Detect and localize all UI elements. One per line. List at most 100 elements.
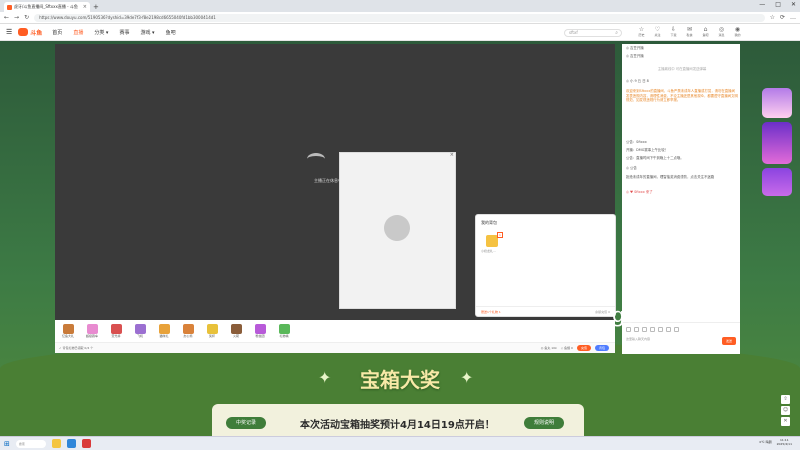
- app-icon[interactable]: [81, 439, 91, 448]
- chat-message: ◎ 公告: [626, 166, 637, 170]
- nav-fishbar[interactable]: 鱼吧: [166, 29, 176, 36]
- douyu-logo[interactable]: 斗鱼: [18, 28, 42, 37]
- browser-tab-bar: 虎牙/斗鱼直播间_Sftxxx直播 - 斗鱼 × + — □ ✕: [0, 0, 800, 12]
- site-search-input[interactable]: sftxf ⌕: [564, 29, 622, 37]
- task-progress-text[interactable]: ✓ 背包礼物已领取 0/4 个: [59, 346, 93, 350]
- message-button[interactable]: ✉ 私信: [683, 26, 696, 37]
- announcement-text: 本次活动宝箱抽奖预计4月14日19点开启！: [300, 420, 495, 431]
- backpack-title: 我的背包: [481, 220, 497, 225]
- chat-input[interactable]: 这里输入聊天内容: [626, 337, 716, 345]
- logo-mark-icon: [18, 28, 29, 36]
- minimize-button[interactable]: —: [759, 1, 765, 8]
- gift-7[interactable]: 火箭: [227, 324, 245, 338]
- gift-icon: [278, 324, 290, 334]
- sync-icon[interactable]: ⟳: [780, 14, 785, 21]
- edge-icon[interactable]: [66, 439, 76, 448]
- send-button[interactable]: 发送: [722, 337, 736, 345]
- start-icon[interactable]: ⊞: [4, 440, 10, 448]
- gift-3[interactable]: 飞机: [131, 324, 149, 338]
- winning-record-button[interactable]: 中奖记录: [226, 417, 266, 429]
- avatar-button[interactable]: ◉ 我的: [731, 26, 744, 37]
- nav-events[interactable]: 赛事: [119, 29, 129, 36]
- gift-small-icon[interactable]: [666, 327, 671, 332]
- site-header: ☰ 斗鱼 首页 直播 分类 ▾ 赛事 游戏 ▾ 鱼吧 sftxf ⌕ ☆ 历史 ♡…: [0, 24, 800, 41]
- gift-8[interactable]: 粉丝团: [251, 324, 269, 338]
- avatar-label: 我的: [734, 33, 741, 37]
- gift-6[interactable]: 奖杯: [203, 324, 221, 338]
- promo-banner-3[interactable]: [762, 168, 792, 196]
- back-button[interactable]: ←: [4, 14, 9, 21]
- gift-label: 飞机: [136, 334, 143, 338]
- notice-label: 消息: [718, 33, 725, 37]
- recharge-button[interactable]: 充值: [576, 345, 591, 351]
- activity-popup[interactable]: ×: [339, 152, 456, 309]
- close-window-button[interactable]: ✕: [791, 1, 796, 8]
- recharge-link[interactable]: 余额充值 0: [595, 310, 610, 314]
- gift-0[interactable]: 亿鱼大礼: [59, 324, 77, 338]
- backpack-button[interactable]: 背包: [594, 345, 609, 351]
- loading-spinner-icon: [307, 153, 325, 165]
- gift-9[interactable]: 礼物墙: [275, 324, 293, 338]
- shield-icon[interactable]: [650, 327, 655, 332]
- bookmark-star-icon[interactable]: ☆: [770, 14, 775, 21]
- send-gift-link[interactable]: 赠送1个礼物 1: [481, 310, 501, 314]
- scroll-top-icon[interactable]: ⇧: [781, 395, 790, 404]
- color-icon[interactable]: [642, 327, 647, 332]
- fishbar-button[interactable]: ⌂ 鱼吧: [699, 26, 712, 37]
- promo-banner-2[interactable]: [762, 122, 792, 164]
- weather-widget[interactable]: 0℃ 晴朗: [759, 440, 771, 444]
- notice-button[interactable]: ◎ 消息: [715, 26, 728, 37]
- hamburger-menu-icon[interactable]: ☰: [6, 28, 12, 36]
- home-icon: ⌂: [703, 26, 708, 33]
- gift-1[interactable]: 超级跑车: [83, 324, 101, 338]
- maximize-button[interactable]: □: [775, 1, 781, 8]
- fan-icon[interactable]: [658, 327, 663, 332]
- settings-icon[interactable]: [674, 327, 679, 332]
- more-menu-icon[interactable]: …: [790, 14, 796, 21]
- feedback-icon[interactable]: ☺: [781, 406, 790, 415]
- follow-button[interactable]: ♡ 关注: [651, 26, 664, 37]
- browser-tab[interactable]: 虎牙/斗鱼直播间_Sftxxx直播 - 斗鱼 ×: [4, 2, 90, 12]
- gift-2[interactable]: 荧光棒: [107, 324, 125, 338]
- header-icons: ☆ 历史 ♡ 关注 ⇩ 下载 ✉ 私信 ⌂ 鱼吧 ◎ 消息 ◉ 我的: [635, 26, 744, 37]
- gift-icon: [158, 324, 170, 334]
- close-icon[interactable]: ×: [450, 152, 454, 158]
- action-bar: ✓ 背包礼物已领取 0/4 个 ◎ 鱼丸 10k ◇ 鱼翅 0 充值 背包: [55, 342, 615, 353]
- clock[interactable]: 11:11 2025/4/11: [777, 438, 792, 446]
- url-field[interactable]: https://www.douyu.com/5190536?dyshid=39d…: [34, 13, 765, 22]
- gift-4[interactable]: 猫咪礼: [155, 324, 173, 338]
- close-side-icon[interactable]: ✕: [781, 417, 790, 426]
- gift-bar: 亿鱼大礼 超级跑车 荧光棒 飞机 猫咪礼 办公椅 奖杯 火箭 粉丝团 礼物墙: [55, 320, 615, 342]
- gift-icon: [62, 324, 74, 334]
- promo-banner-1[interactable]: [762, 88, 792, 118]
- gift-icon: [86, 324, 98, 334]
- chat-system-note: 主播离线中 可在直播间发送弹幕: [657, 67, 707, 71]
- download-button[interactable]: ⇩ 下载: [667, 26, 680, 37]
- rules-button[interactable]: 规则说明: [524, 417, 564, 429]
- chat-message: 开播：DMG赛事上午比较！: [626, 148, 669, 152]
- history-button[interactable]: ☆ 历史: [635, 26, 648, 37]
- backpack-popup[interactable]: 我的背包 1 小奶龙礼... 赠送1个礼物 1 余额充值 0: [475, 214, 616, 317]
- new-tab-button[interactable]: +: [93, 3, 99, 11]
- emoji-icon[interactable]: [626, 327, 631, 332]
- fish-wing-balance: ◇ 鱼翅 0: [560, 346, 573, 350]
- gift-icon: [230, 324, 242, 334]
- loading-text: 主播正在休息中: [314, 178, 342, 183]
- nav-live[interactable]: 直播: [73, 29, 83, 36]
- nav-category[interactable]: 分类 ▾: [94, 29, 108, 36]
- mail-icon: ✉: [686, 26, 693, 33]
- image-icon[interactable]: [634, 327, 639, 332]
- forward-button[interactable]: →: [14, 14, 19, 21]
- gift-label: 办公椅: [183, 334, 193, 338]
- reload-button[interactable]: ↻: [24, 14, 29, 21]
- taskbar-search[interactable]: 搜索: [15, 439, 46, 448]
- file-explorer-icon[interactable]: [51, 439, 61, 448]
- chat-message: ◎ 吉豆开播: [626, 54, 644, 58]
- nav-home[interactable]: 首页: [52, 29, 62, 36]
- download-label: 下载: [670, 33, 677, 37]
- fish-ball-balance: ◎ 鱼丸 10k: [540, 346, 557, 350]
- gift-5[interactable]: 办公椅: [179, 324, 197, 338]
- close-tab-icon[interactable]: ×: [83, 4, 87, 10]
- search-icon[interactable]: ⌕: [615, 30, 618, 36]
- nav-games[interactable]: 游戏 ▾: [140, 29, 154, 36]
